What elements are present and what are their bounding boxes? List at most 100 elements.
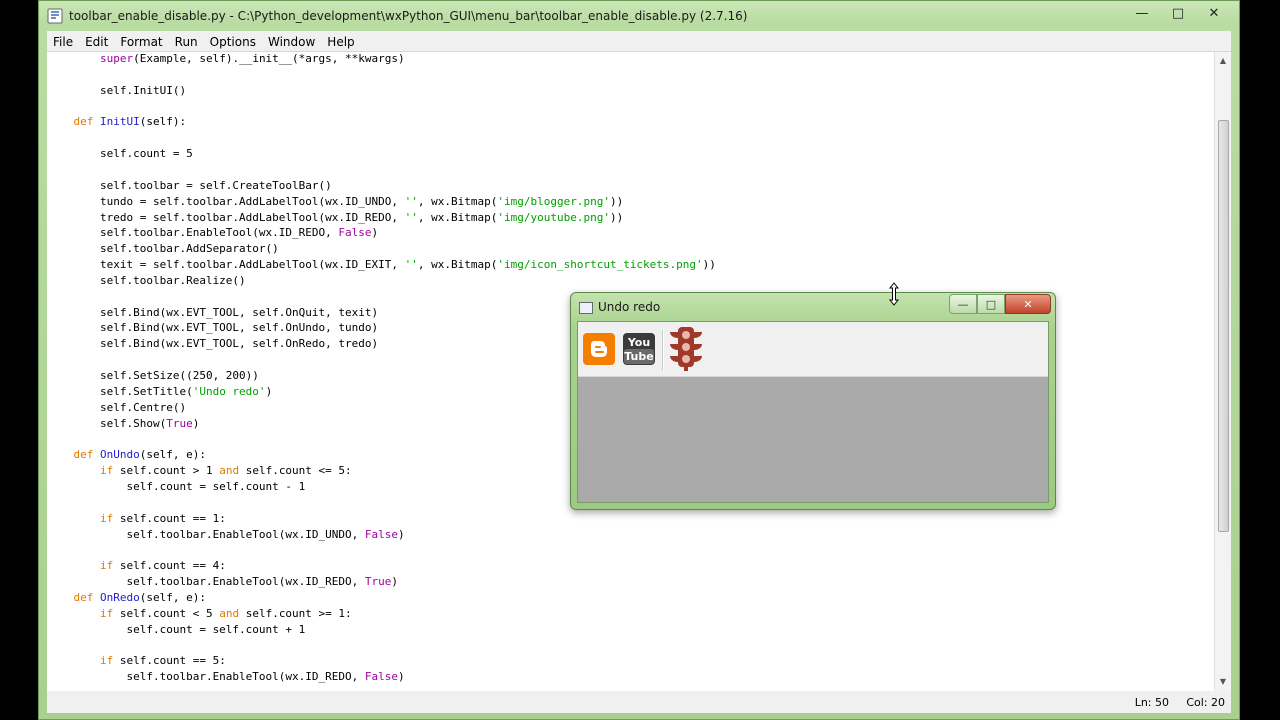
code-token: if bbox=[99, 559, 114, 573]
blogger-icon[interactable] bbox=[582, 332, 616, 366]
code-token: '' bbox=[404, 210, 418, 224]
code-line[interactable]: tundo = self.toolbar.AddLabelTool(wx.ID_… bbox=[47, 194, 623, 210]
code-token: self.count >= 1: bbox=[239, 606, 352, 620]
code-token: True bbox=[166, 416, 193, 430]
code-token: texit = self.toolbar.AddLabelTool(wx.ID_… bbox=[47, 258, 405, 272]
code-token: )) bbox=[609, 210, 624, 224]
code-line[interactable]: self.toolbar.EnableTool(wx.ID_UNDO, Fals… bbox=[47, 527, 404, 543]
code-line[interactable]: if self.count > 1 and self.count <= 5: bbox=[47, 463, 352, 479]
scroll-up-icon[interactable]: ▲ bbox=[1215, 54, 1231, 68]
code-token: False bbox=[364, 670, 399, 684]
frame-minimize-icon[interactable]: — bbox=[949, 294, 977, 314]
menu-window[interactable]: Window bbox=[262, 31, 321, 51]
menu-run[interactable]: Run bbox=[169, 31, 204, 51]
menu-format[interactable]: Format bbox=[114, 31, 168, 51]
code-line[interactable]: if self.count == 5: bbox=[47, 653, 226, 669]
code-line[interactable]: self.toolbar.EnableTool(wx.ID_REDO, Fals… bbox=[47, 669, 405, 685]
code-token: self.count = self.count - 1 bbox=[47, 479, 306, 493]
code-token: True bbox=[364, 575, 392, 589]
code-token: self.toolbar = self.CreateToolBar() bbox=[47, 178, 332, 192]
code-token: ) bbox=[398, 670, 405, 684]
code-line[interactable]: def OnRedo(self, e): bbox=[47, 590, 206, 606]
code-token: self.toolbar.EnableTool(wx.ID_REDO, bbox=[47, 670, 365, 684]
code-line[interactable]: self.count = self.count + 1 bbox=[47, 622, 305, 638]
code-line[interactable]: self.toolbar.EnableTool(wx.ID_REDO, True… bbox=[47, 574, 398, 590]
frame-maximize-icon[interactable]: □ bbox=[977, 294, 1005, 314]
frame-window-controls: — □ ✕ bbox=[949, 294, 1051, 314]
traffic-light-icon[interactable] bbox=[668, 326, 704, 372]
code-line[interactable]: self.Show(True) bbox=[47, 416, 199, 432]
youtube-label-tube: Tube bbox=[624, 350, 653, 363]
code-token: self.count = 5 bbox=[47, 147, 193, 161]
undo-redo-frame: Undo redo — □ ✕ You Tube bbox=[570, 292, 1056, 510]
code-token: self.toolbar.EnableTool(wx.ID_REDO, bbox=[47, 226, 339, 240]
code-token: , wx.Bitmap( bbox=[417, 210, 498, 224]
code-line[interactable]: self.toolbar = self.CreateToolBar() bbox=[47, 178, 332, 194]
window-title: toolbar_enable_disable.py - C:\Python_de… bbox=[69, 9, 748, 23]
code-token: ) bbox=[265, 384, 273, 398]
code-line[interactable]: self.Bind(wx.EVT_TOOL, self.OnQuit, texi… bbox=[47, 305, 378, 321]
scroll-down-icon[interactable]: ▼ bbox=[1215, 675, 1231, 689]
window-controls: — □ ✕ bbox=[1125, 3, 1231, 23]
code-token: and bbox=[219, 606, 240, 620]
scroll-thumb[interactable] bbox=[1218, 120, 1229, 532]
minimize-icon[interactable]: — bbox=[1125, 3, 1159, 23]
code-line[interactable]: self.Bind(wx.EVT_TOOL, self.OnRedo, tred… bbox=[47, 336, 378, 352]
close-icon[interactable]: ✕ bbox=[1197, 3, 1231, 23]
code-line[interactable]: tredo = self.toolbar.AddLabelTool(wx.ID_… bbox=[47, 210, 623, 226]
code-line[interactable]: self.toolbar.EnableTool(wx.ID_REDO, Fals… bbox=[47, 225, 378, 241]
code-line[interactable]: self.InitUI() bbox=[47, 83, 186, 99]
menu-help[interactable]: Help bbox=[321, 31, 360, 51]
code-line[interactable]: self.count = self.count - 1 bbox=[47, 479, 305, 495]
title-bar[interactable]: toolbar_enable_disable.py - C:\Python_de… bbox=[39, 1, 1239, 31]
code-token: self.count == 5: bbox=[113, 654, 226, 668]
code-token: self.toolbar.AddSeparator() bbox=[47, 242, 279, 256]
line-number: Ln: 50 bbox=[1134, 696, 1169, 709]
code-line[interactable]: if self.count == 4: bbox=[47, 558, 226, 574]
code-line[interactable]: self.Bind(wx.EVT_TOOL, self.OnUndo, tund… bbox=[47, 320, 378, 336]
code-line[interactable]: texit = self.toolbar.AddLabelTool(wx.ID_… bbox=[47, 257, 716, 273]
code-token: OnUndo bbox=[100, 448, 140, 462]
menu-edit[interactable]: Edit bbox=[79, 31, 114, 51]
toolbar-separator bbox=[662, 330, 664, 370]
code-line[interactable]: self.SetSize((250, 200)) bbox=[47, 368, 259, 384]
code-line[interactable]: super(Example, self).__init__(*args, **k… bbox=[47, 52, 405, 67]
resize-cursor-icon bbox=[888, 282, 900, 306]
python-idle-icon bbox=[47, 8, 63, 24]
code-line[interactable]: self.Centre() bbox=[47, 400, 186, 416]
maximize-icon[interactable]: □ bbox=[1161, 3, 1195, 23]
code-token: InitUI bbox=[100, 115, 140, 129]
code-line[interactable]: self.count = 5 bbox=[47, 146, 193, 162]
code-token: False bbox=[338, 226, 372, 240]
code-token: (self, e): bbox=[139, 590, 206, 604]
vertical-scrollbar[interactable]: ▲ ▼ bbox=[1214, 52, 1231, 691]
youtube-label-you: You bbox=[627, 336, 650, 349]
menu-options[interactable]: Options bbox=[204, 31, 262, 51]
code-token: , wx.Bitmap( bbox=[417, 258, 498, 272]
code-token: )) bbox=[702, 258, 716, 272]
code-token: and bbox=[219, 464, 240, 478]
code-line[interactable]: def OnUndo(self, e): bbox=[47, 447, 206, 463]
code-line[interactable]: if self.count < 5 and self.count >= 1: bbox=[47, 606, 352, 622]
code-token: self.count == 4: bbox=[113, 559, 226, 573]
frame-close-icon[interactable]: ✕ bbox=[1005, 294, 1051, 314]
code-token: (self, e): bbox=[139, 448, 206, 462]
code-line[interactable]: self.toolbar.AddSeparator() bbox=[47, 241, 279, 257]
code-token: if bbox=[99, 511, 114, 525]
code-line[interactable]: self.SetTitle('Undo redo') bbox=[47, 384, 272, 400]
code-line[interactable]: def InitUI(self): bbox=[47, 114, 187, 130]
code-token: '' bbox=[404, 194, 418, 208]
youtube-icon: You Tube bbox=[623, 333, 655, 365]
code-token: self.toolbar.Realize() bbox=[47, 273, 246, 287]
code-line[interactable]: if self.count == 1: bbox=[47, 511, 226, 527]
code-line[interactable]: self.toolbar.Realize() bbox=[47, 273, 246, 289]
code-token: self.Bind(wx.EVT_TOOL, self.OnQuit, texi… bbox=[47, 305, 379, 319]
menu-file[interactable]: File bbox=[47, 31, 79, 51]
